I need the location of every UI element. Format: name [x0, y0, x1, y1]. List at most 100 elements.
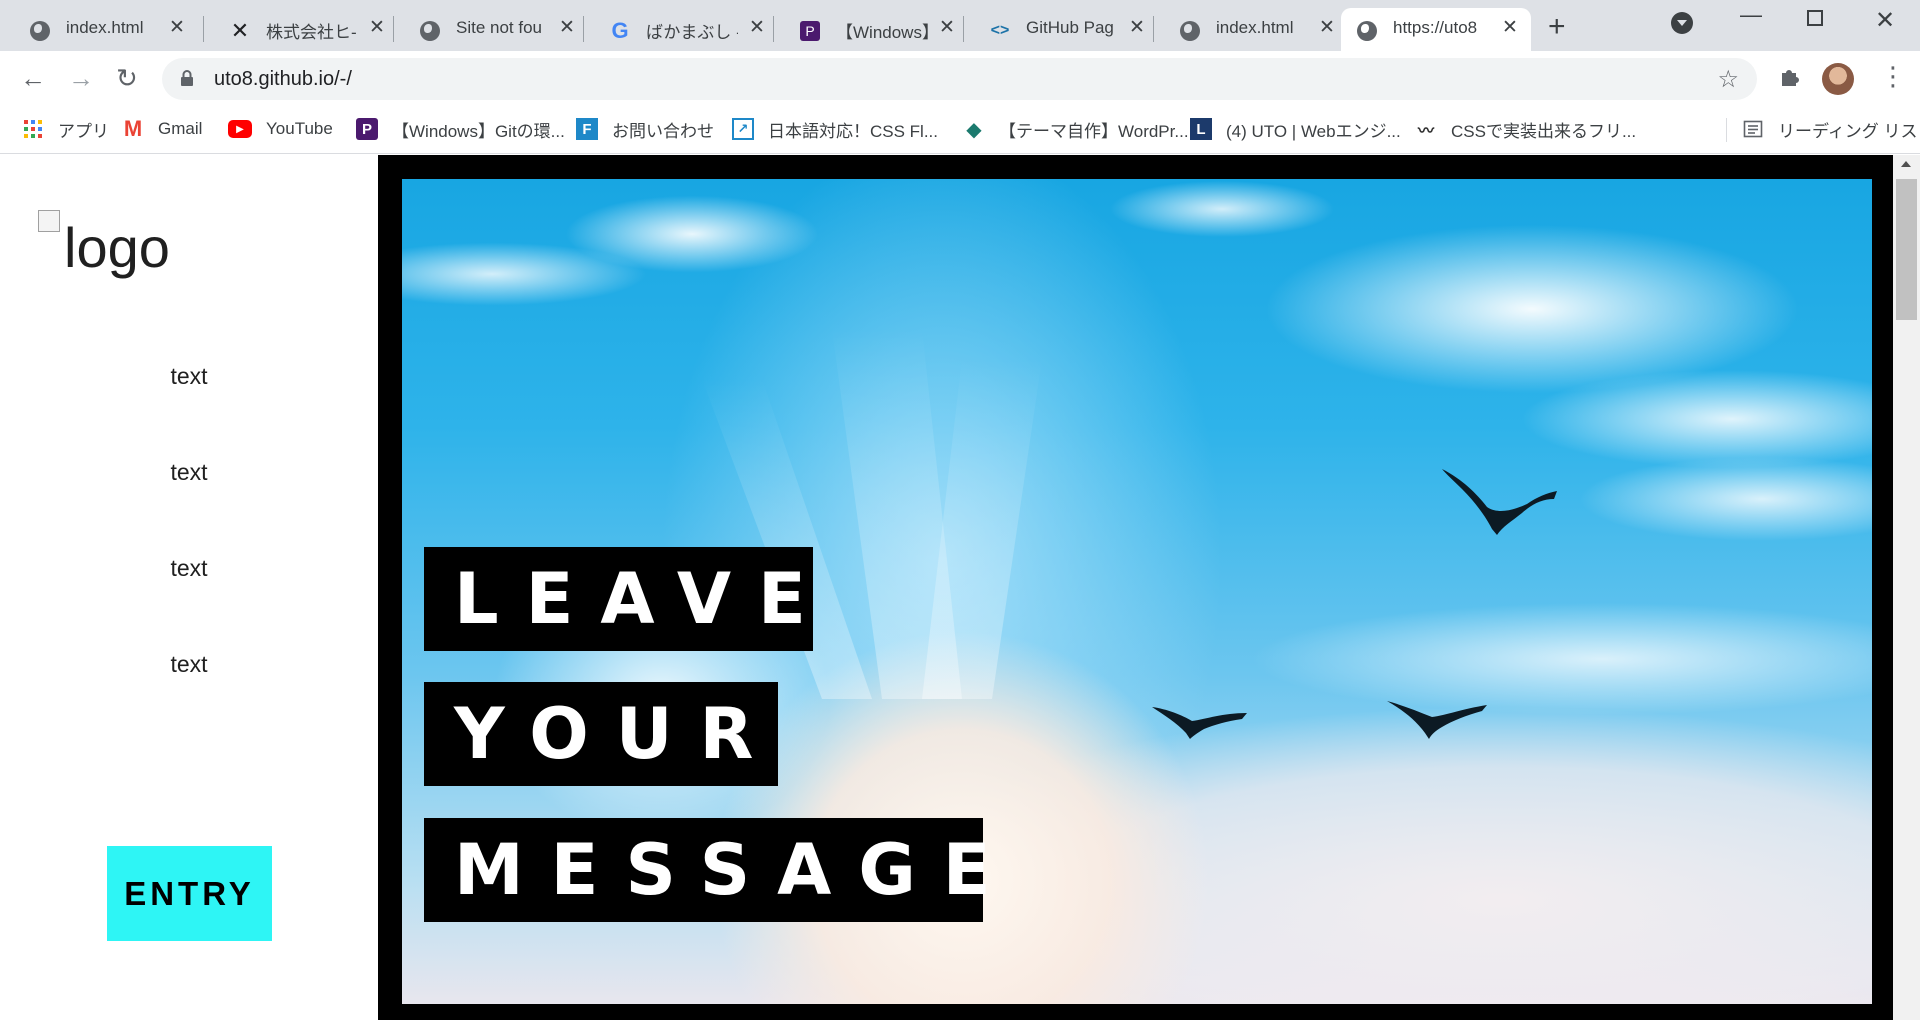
more-menu-icon[interactable]: ⋮	[1880, 61, 1906, 92]
close-icon[interactable]: ✕	[366, 17, 388, 39]
globe-icon	[30, 21, 50, 41]
tab-active[interactable]: https://uto8 ✕	[1341, 8, 1531, 51]
code-brackets-icon: <>	[990, 22, 1010, 39]
bookmark-item[interactable]: L (4) UTO | Webエンジ...	[1190, 116, 1401, 142]
gmail-icon: M	[123, 116, 143, 141]
purple-p-icon: P	[800, 21, 820, 41]
tab-title: 株式会社ヒ‐	[266, 23, 357, 42]
tab-title: 【Windows】	[836, 23, 928, 42]
tab-title: https://uto8	[1393, 18, 1478, 37]
bookmark-label: お問い合わせ	[612, 121, 714, 141]
window-close-button[interactable]: ✕	[1875, 6, 1895, 35]
entry-button[interactable]: ENTRY	[107, 846, 272, 941]
close-icon[interactable]: ✕	[1316, 17, 1338, 39]
scroll-up-arrow-icon[interactable]	[1901, 161, 1911, 167]
logo-alt-text: logo	[64, 216, 170, 279]
new-tab-button[interactable]: +	[1548, 10, 1566, 44]
nav-link[interactable]: text	[0, 459, 378, 486]
bookmarks-bar: アプリ M Gmail ▶ YouTube P 【Windows】Gitの環..…	[0, 106, 1920, 154]
tab-title: index.html	[1216, 18, 1294, 37]
bookmark-label: YouTube	[266, 119, 333, 138]
youtube-icon: ▶	[228, 120, 252, 138]
bookmark-label: CSSで実装出来るフリ...	[1451, 121, 1637, 141]
bookmark-label: アプリ	[58, 121, 109, 141]
bookmark-item[interactable]: ↗ 日本語対応！CSS Fl...	[732, 116, 938, 142]
globe-icon	[1180, 21, 1200, 41]
nav-link[interactable]: text	[0, 555, 378, 582]
bookmark-label: リーディング リスト	[1778, 121, 1920, 141]
hero-message-line: MESSAGE	[424, 818, 991, 922]
reading-list-icon	[1742, 118, 1764, 140]
address-bar[interactable]: uto8.github.io/-/ ☆	[162, 58, 1757, 100]
bird-silhouette	[1387, 701, 1487, 739]
bookmark-item[interactable]: M Gmail	[122, 116, 203, 142]
nav-link[interactable]: text	[0, 363, 378, 390]
tab-title: GitHub Pag	[1026, 18, 1114, 37]
page-scrollbar[interactable]	[1893, 155, 1920, 1020]
tab-strip: index.html ✕ ✕ 株式会社ヒ‐ ✕ Site not fou ✕ G…	[0, 0, 1920, 51]
restore-button[interactable]	[1807, 10, 1823, 26]
tab[interactable]: index.html ✕	[0, 8, 196, 51]
purple-p-icon: P	[356, 118, 378, 140]
squiggle-icon: 〰	[1417, 123, 1434, 140]
close-icon[interactable]: ✕	[1499, 17, 1521, 39]
close-icon[interactable]: ✕	[556, 17, 578, 39]
extensions-puzzle-icon[interactable]	[1779, 65, 1801, 94]
reload-button[interactable]: ↻	[116, 63, 138, 94]
close-icon[interactable]: ✕	[1126, 17, 1148, 39]
tab[interactable]: P 【Windows】 ✕	[770, 8, 966, 51]
apps-grid-icon	[22, 118, 44, 140]
tab-title: Site not fou	[456, 18, 543, 37]
hero-frame: LEAVE YOUR MESSAGE	[378, 155, 1893, 1020]
forward-button[interactable]: →	[68, 63, 94, 94]
reading-list-button[interactable]: リーディング リスト	[1742, 116, 1920, 142]
tab[interactable]: index.html ✕	[1150, 8, 1346, 51]
bookmark-label: 【テーマ自作】WordPr...	[999, 121, 1189, 141]
bookmark-item[interactable]: P 【Windows】Gitの環...	[356, 116, 565, 142]
profile-avatar[interactable]	[1822, 63, 1854, 95]
bookmark-label: 【Windows】Gitの環...	[392, 121, 565, 141]
blue-l-icon: L	[1190, 118, 1212, 140]
hero-message-line: YOUR	[424, 682, 778, 786]
tab[interactable]: ✕ 株式会社ヒ‐ ✕	[200, 8, 396, 51]
blue-f-icon: F	[576, 118, 598, 140]
site-logo[interactable]: logo	[38, 210, 170, 280]
tab-search-button[interactable]	[1671, 12, 1693, 34]
external-box-icon: ↗	[732, 118, 754, 140]
bookmark-star-icon[interactable]: ☆	[1717, 65, 1739, 94]
bird-silhouette	[1152, 707, 1247, 739]
bird-silhouette	[1442, 469, 1557, 535]
url-text: uto8.github.io/-/	[214, 68, 352, 90]
bookmark-label: (4) UTO | Webエンジ...	[1226, 121, 1401, 141]
bookmark-item[interactable]: ◆ 【テーマ自作】WordPr...	[963, 116, 1189, 142]
hero-sky-image: LEAVE YOUR MESSAGE	[402, 179, 1872, 1004]
globe-icon	[420, 21, 440, 41]
tab[interactable]: <> GitHub Pag ✕	[960, 8, 1156, 51]
green-diamond-icon: ◆	[966, 118, 982, 141]
back-button[interactable]: ←	[20, 63, 46, 94]
tab[interactable]: G ばかまぶし - G ✕	[580, 8, 776, 51]
x-logo-icon: ✕	[230, 18, 250, 43]
broken-image-icon	[38, 210, 60, 232]
bookmark-item[interactable]: F お問い合わせ	[576, 116, 714, 142]
hero-message-line: LEAVE	[424, 547, 813, 651]
lock-icon	[181, 70, 193, 86]
browser-toolbar: ← → ↻ uto8.github.io/-/ ☆ ⋮	[0, 51, 1920, 106]
bookmark-label: Gmail	[158, 119, 203, 138]
google-g-icon: G	[611, 18, 629, 43]
page-viewport: logo text text text text ENTRY LEAVE YOU…	[0, 155, 1920, 1020]
close-icon[interactable]: ✕	[746, 17, 768, 39]
bookmark-item[interactable]: ▶ YouTube	[228, 116, 333, 142]
tab-title: ばかまぶし - G	[646, 23, 738, 42]
tab-title: index.html	[66, 18, 144, 37]
close-icon[interactable]: ✕	[936, 17, 958, 39]
tab[interactable]: Site not fou ✕	[390, 8, 586, 51]
bookmark-item[interactable]: アプリ	[22, 116, 109, 142]
nav-link[interactable]: text	[0, 651, 378, 678]
minimize-button[interactable]: —	[1740, 2, 1762, 28]
close-icon[interactable]: ✕	[166, 17, 188, 39]
globe-icon	[1357, 21, 1377, 41]
bookmark-item[interactable]: 〰 CSSで実装出来るフリ...	[1415, 116, 1636, 142]
scrollbar-thumb[interactable]	[1896, 179, 1917, 320]
site-sidebar: logo text text text text ENTRY	[0, 155, 378, 1020]
